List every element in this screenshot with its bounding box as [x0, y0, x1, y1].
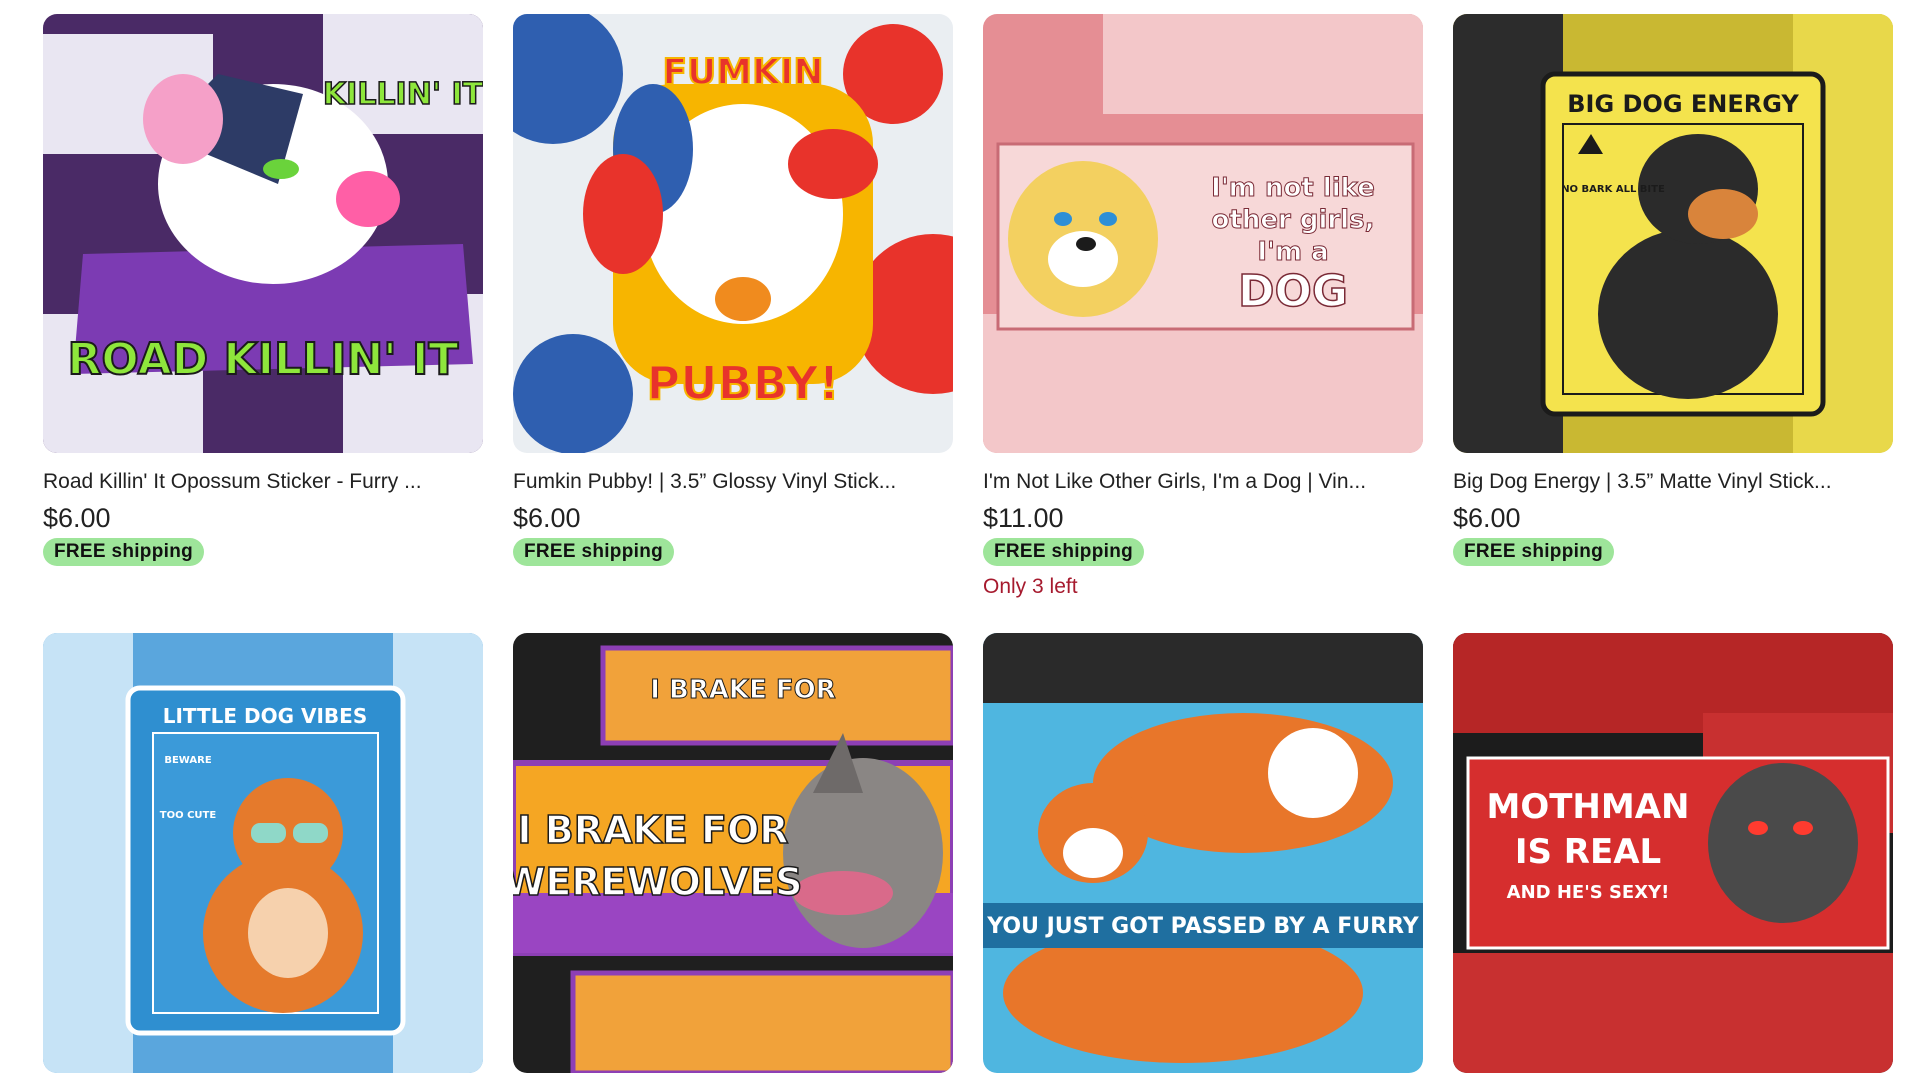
listing-card[interactable]: YOU JUST GOT PASSED BY A FURRY — [983, 633, 1423, 1073]
listing-image[interactable]: MOTHMAN IS REAL AND HE'S SEXY! — [1453, 633, 1893, 1073]
listing-price: $11.00 — [983, 503, 1064, 533]
little-dog-vibes-sticker-image: LITTLE DOG VIBES BEWARE TOO CUTE — [43, 633, 483, 1073]
listing-card[interactable]: MOTHMAN IS REAL AND HE'S SEXY! — [1453, 633, 1893, 1073]
listing-image[interactable]: LITTLE DOG VIBES BEWARE TOO CUTE — [43, 633, 483, 1073]
sticker-text: BEWARE — [164, 755, 211, 766]
listing-title[interactable]: Road Killin' It Opossum Sticker - Furry … — [43, 468, 483, 496]
listing-card[interactable]: I BRAKE FOR WEREWOLVES I BRAKE FOR — [513, 633, 953, 1073]
listing-title[interactable]: Big Dog Energy | 3.5” Matte Vinyl Stick.… — [1453, 468, 1893, 496]
listing-image[interactable]: BIG DOG ENERGY NO BARK ALL BITE — [1453, 14, 1893, 453]
sticker-text: I BRAKE FOR — [650, 675, 836, 705]
sticker-text: IS REAL — [1515, 832, 1661, 872]
sticker-text: I'm not like — [1211, 173, 1375, 203]
sticker-text: DOG — [1238, 266, 1348, 317]
listing-card[interactable]: I'm not like other girls, I'm a DOG I'm … — [983, 14, 1423, 633]
listing-grid: ROAD KILLIN' IT KILLIN' IT Road Killin' … — [43, 14, 1893, 1073]
sticker-text: AND HE'S SEXY! — [1507, 882, 1670, 903]
listing-card[interactable]: LITTLE DOG VIBES BEWARE TOO CUTE — [43, 633, 483, 1073]
listing-card[interactable]: ROAD KILLIN' IT KILLIN' IT Road Killin' … — [43, 14, 483, 633]
listing-image[interactable]: FUMKIN PUBBY! — [513, 14, 953, 453]
listing-image[interactable]: I'm not like other girls, I'm a DOG — [983, 14, 1423, 453]
werewolves-sticker-image: I BRAKE FOR WEREWOLVES I BRAKE FOR — [513, 633, 953, 1073]
sticker-text: LITTLE DOG VIBES — [163, 704, 368, 728]
mothman-sticker-image: MOTHMAN IS REAL AND HE'S SEXY! — [1453, 633, 1893, 1073]
free-shipping-badge: FREE shipping — [513, 538, 675, 566]
sticker-text: ROAD KILLIN' IT — [68, 334, 459, 385]
sticker-text: FUMKIN — [662, 52, 823, 93]
sticker-text: KILLIN' IT — [323, 77, 483, 112]
passed-by-a-furry-sticker-image: YOU JUST GOT PASSED BY A FURRY — [983, 633, 1423, 1073]
listing-card[interactable]: BIG DOG ENERGY NO BARK ALL BITE Big Dog … — [1453, 14, 1893, 633]
not-like-other-girls-sticker-image: I'm not like other girls, I'm a DOG — [983, 14, 1423, 453]
sticker-text: NO BARK ALL BITE — [1561, 184, 1665, 195]
free-shipping-badge: FREE shipping — [1453, 538, 1615, 566]
sticker-text: PUBBY! — [647, 356, 840, 410]
big-dog-energy-sticker-image: BIG DOG ENERGY NO BARK ALL BITE — [1453, 14, 1893, 453]
sticker-text: I BRAKE FOR — [517, 808, 788, 852]
listing-image[interactable]: ROAD KILLIN' IT KILLIN' IT — [43, 14, 483, 453]
free-shipping-badge: FREE shipping — [43, 538, 205, 566]
sticker-text: YOU JUST GOT PASSED BY A FURRY — [986, 914, 1420, 939]
sticker-text: TOO CUTE — [160, 810, 217, 821]
listing-price: $6.00 — [513, 503, 581, 533]
fumkin-pubby-sticker-image: FUMKIN PUBBY! — [513, 14, 953, 453]
listing-title[interactable]: Fumkin Pubby! | 3.5” Glossy Vinyl Stick.… — [513, 468, 953, 496]
listing-price: $6.00 — [1453, 503, 1521, 533]
sticker-text: WEREWOLVES — [513, 860, 803, 904]
sticker-text: BIG DOG ENERGY — [1567, 90, 1799, 118]
low-stock-notice: Only 3 left — [983, 575, 1078, 598]
listing-price: $6.00 — [43, 503, 111, 533]
sticker-text: MOTHMAN — [1487, 787, 1690, 827]
sticker-text: I'm a — [1257, 237, 1328, 267]
listing-title[interactable]: I'm Not Like Other Girls, I'm a Dog | Vi… — [983, 468, 1423, 496]
listing-card[interactable]: FUMKIN PUBBY! Fumkin Pubby! | 3.5” Gloss… — [513, 14, 953, 633]
listing-image[interactable]: I BRAKE FOR WEREWOLVES I BRAKE FOR — [513, 633, 953, 1073]
listing-image[interactable]: YOU JUST GOT PASSED BY A FURRY — [983, 633, 1423, 1073]
opossum-sticker-image: ROAD KILLIN' IT KILLIN' IT — [43, 14, 483, 453]
free-shipping-badge: FREE shipping — [983, 538, 1145, 566]
sticker-text: other girls, — [1212, 205, 1375, 235]
